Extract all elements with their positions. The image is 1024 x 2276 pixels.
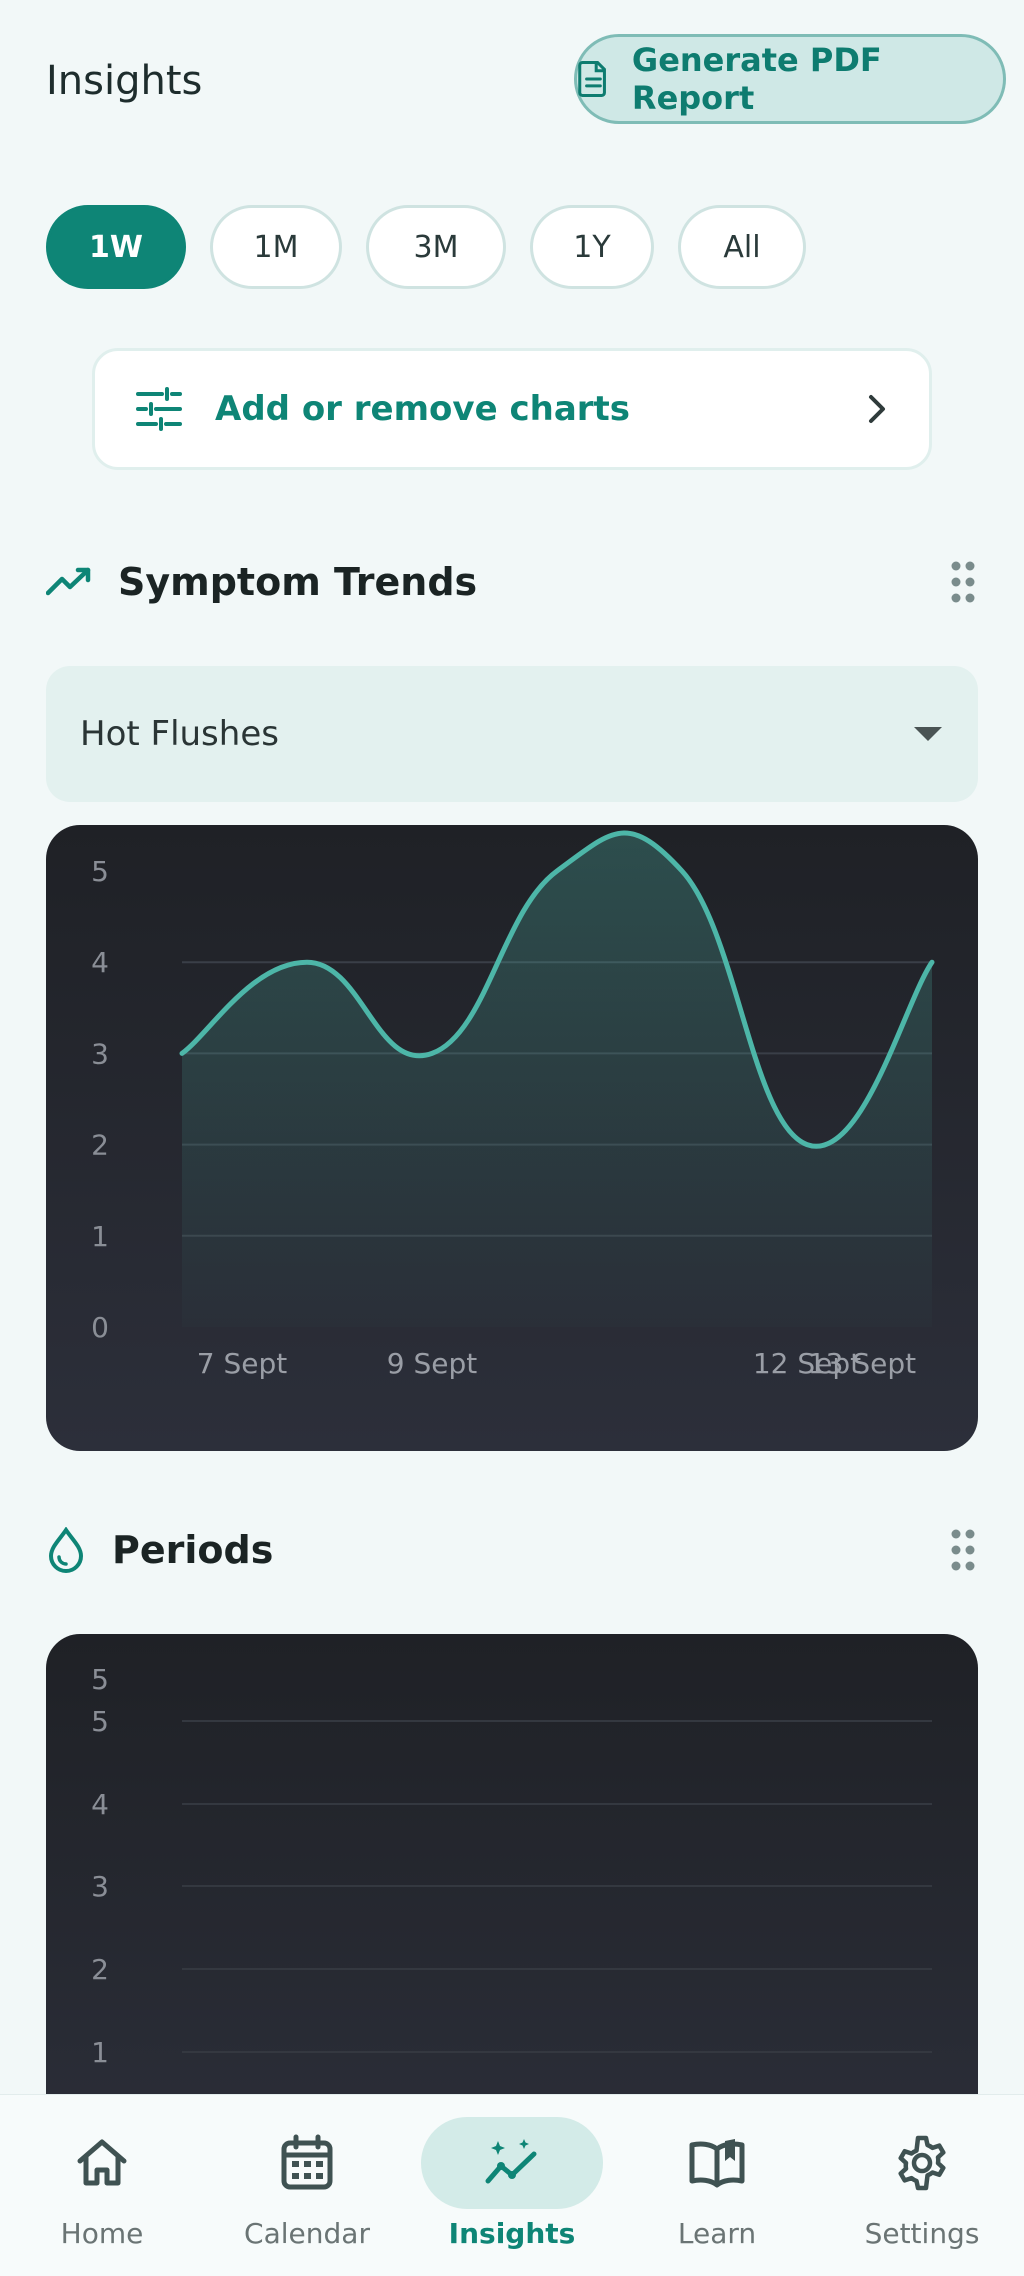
symptom-chart-svg: 0123457 Sept 9 Sept 12 Sept13 Sept <box>91 830 935 1380</box>
range-chip-3m[interactable]: 3M <box>366 205 506 289</box>
trend-line-icon <box>46 567 91 596</box>
home-icon <box>77 2139 127 2186</box>
y-tick-label: 4 <box>91 946 109 979</box>
gear-icon <box>898 2135 946 2191</box>
symptom-trends-chart: 0123457 Sept 9 Sept 12 Sept 13 Sept <box>46 825 978 1451</box>
x-tick-label: 13 Sept <box>808 1347 916 1380</box>
y-tick-label: 5 <box>91 1705 109 1738</box>
nav-label-calendar: Calendar <box>244 2217 370 2250</box>
sliders-icon <box>136 387 182 431</box>
drag-handle-icon[interactable] <box>948 560 978 604</box>
y-tick-label: 1 <box>91 2036 109 2069</box>
insights-screen: Insights Generate PDF Report 1W 1M 3M 1Y… <box>0 0 1024 2276</box>
area-fill <box>182 833 932 1327</box>
nav-label-insights: Insights <box>448 2217 576 2250</box>
range-chip-1w[interactable]: 1W <box>46 205 186 289</box>
y-tick-label: 2 <box>91 1129 109 1162</box>
nav-label-home: Home <box>60 2217 144 2250</box>
page-title: Insights <box>46 58 203 104</box>
document-icon <box>578 61 606 97</box>
nav-label-settings: Settings <box>864 2217 980 2250</box>
x-tick-label: 7 Sept <box>197 1347 287 1380</box>
droplet-icon <box>48 1527 84 1573</box>
periods-header: Periods <box>46 1520 978 1580</box>
y-tick-label: 0 <box>91 1311 109 1344</box>
y-tick-label: 3 <box>91 1870 109 1903</box>
section-title: Periods <box>112 1528 274 1572</box>
y-tick-label: 2 <box>91 1953 109 1986</box>
bottom-navigation: Home Calendar Insights Learn Settings <box>0 2094 1024 2276</box>
caret-down-icon <box>914 727 942 741</box>
chevron-right-icon <box>869 395 885 423</box>
range-chip-1m[interactable]: 1M <box>210 205 342 289</box>
time-range-selector: 1W 1M 3M 1Y All <box>46 205 806 289</box>
nav-item-insights[interactable]: Insights <box>410 2095 614 2276</box>
symptom-select-dropdown[interactable]: Hot Flushes <box>46 666 978 802</box>
calendar-icon <box>281 2134 333 2190</box>
nav-item-settings[interactable]: Settings <box>820 2095 1024 2276</box>
selected-symptom: Hot Flushes <box>80 714 279 754</box>
range-chip-all[interactable]: All <box>678 205 806 289</box>
y-tick-label: 5 <box>91 1663 109 1696</box>
y-tick-label: 1 <box>91 1220 109 1253</box>
add-or-remove-charts-label: Add or remove charts <box>215 389 631 429</box>
add-or-remove-charts-button[interactable]: Add or remove charts <box>92 348 932 470</box>
range-chip-1y[interactable]: 1Y <box>530 205 654 289</box>
generate-pdf-report-button[interactable]: Generate PDF Report <box>574 34 1006 124</box>
y-tick-label: 4 <box>91 1788 109 1821</box>
symptom-trends-header: Symptom Trends <box>46 552 978 612</box>
nav-item-calendar[interactable]: Calendar <box>205 2095 409 2276</box>
generate-pdf-report-label: Generate PDF Report <box>631 41 882 117</box>
nav-item-learn[interactable]: Learn <box>615 2095 819 2276</box>
section-title: Symptom Trends <box>118 560 478 604</box>
open-book-icon <box>689 2139 745 2188</box>
x-tick-label: 9 Sept <box>387 1347 477 1380</box>
y-tick-label: 5 <box>91 855 109 888</box>
nav-item-home[interactable]: Home <box>0 2095 204 2276</box>
nav-label-learn: Learn <box>677 2217 757 2250</box>
y-tick-label: 3 <box>91 1037 109 1070</box>
insights-sparkle-icon <box>485 2139 537 2184</box>
drag-handle-icon[interactable] <box>948 1528 978 1572</box>
